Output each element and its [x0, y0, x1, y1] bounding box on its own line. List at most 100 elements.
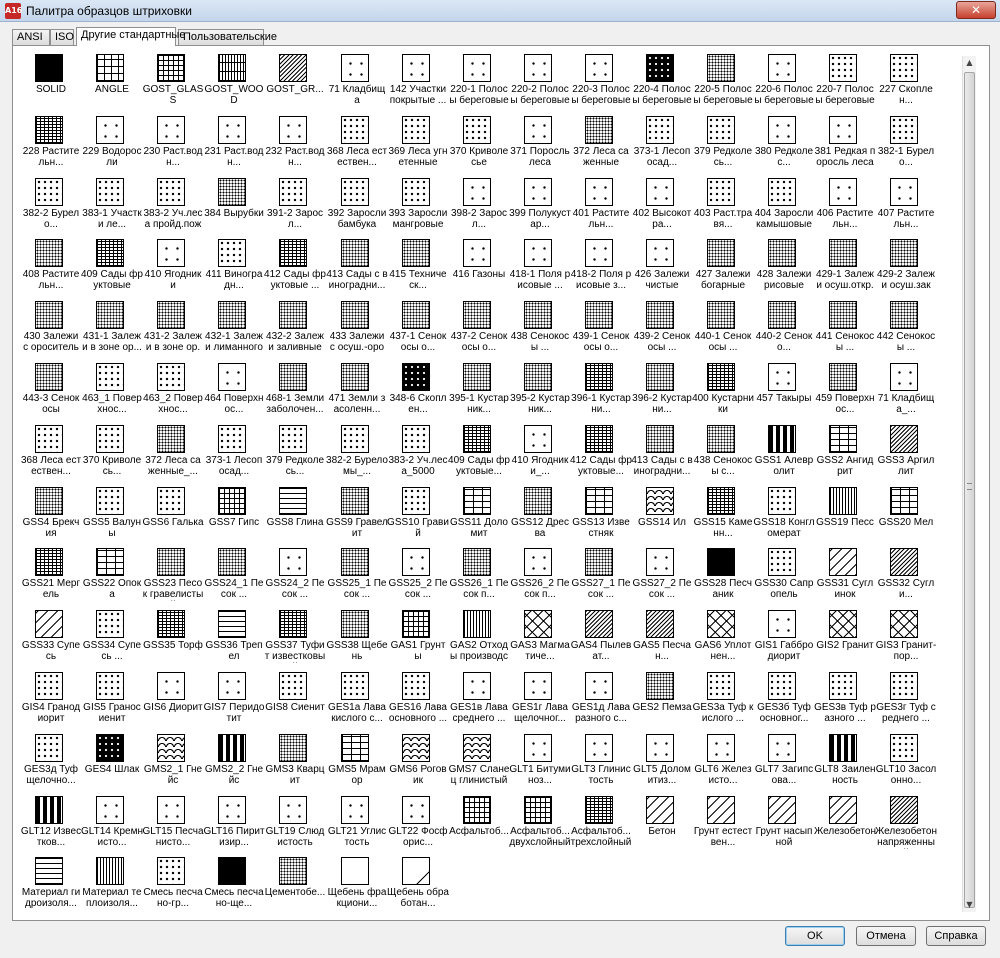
pattern-swatch-icon[interactable]: [768, 301, 796, 329]
pattern-swatch-icon[interactable]: [463, 610, 491, 638]
pattern-swatch-icon[interactable]: [402, 548, 430, 576]
pattern-swatch-icon[interactable]: [157, 178, 185, 206]
pattern-cell[interactable]: 373-1 Лесопосад...: [203, 418, 263, 480]
pattern-swatch-icon[interactable]: [707, 116, 735, 144]
pattern-swatch-icon[interactable]: [218, 425, 246, 453]
tab-custom[interactable]: Пользовательские: [178, 29, 277, 45]
pattern-cell[interactable]: 142 Участки покрытые ...: [387, 47, 447, 109]
pattern-swatch-icon[interactable]: [157, 734, 185, 762]
pattern-cell[interactable]: GOST_GR...: [264, 47, 324, 109]
pattern-swatch-icon[interactable]: [402, 857, 430, 885]
pattern-swatch-icon[interactable]: [707, 425, 735, 453]
pattern-swatch-icon[interactable]: [279, 54, 307, 82]
pattern-swatch-icon[interactable]: [35, 54, 63, 82]
tab-ansi[interactable]: ANSI: [12, 29, 50, 45]
pattern-cell[interactable]: 413 Сады с виноградни...: [631, 418, 693, 480]
pattern-cell[interactable]: GSS26_2 Песок п...: [509, 541, 569, 603]
pattern-cell[interactable]: 348-6 Скоплен...: [387, 356, 447, 418]
pattern-cell[interactable]: 442 Сенокосы ...: [875, 294, 935, 356]
pattern-cell[interactable]: 426 Залежи чистые: [631, 232, 691, 294]
pattern-cell[interactable]: GIS3 Гранит-пор...: [875, 603, 936, 665]
vertical-scrollbar[interactable]: ▲ ▼: [962, 56, 976, 912]
pattern-swatch-icon[interactable]: [646, 116, 674, 144]
pattern-swatch-icon[interactable]: [524, 487, 552, 515]
pattern-swatch-icon[interactable]: [524, 548, 552, 576]
pattern-swatch-icon[interactable]: [35, 796, 63, 824]
pattern-swatch-icon[interactable]: [35, 734, 63, 762]
pattern-swatch-icon[interactable]: [829, 239, 857, 267]
pattern-cell[interactable]: 416 Газоны: [448, 232, 508, 294]
pattern-swatch-icon[interactable]: [279, 301, 307, 329]
pattern-cell[interactable]: 398-2 Заросл...: [448, 171, 508, 233]
pattern-swatch-icon[interactable]: [646, 487, 674, 515]
pattern-swatch-icon[interactable]: [96, 487, 124, 515]
pattern-swatch-icon[interactable]: [524, 610, 552, 638]
scroll-up-icon[interactable]: ▲: [963, 56, 976, 70]
pattern-cell[interactable]: 406 Растительн...: [814, 171, 874, 233]
pattern-swatch-icon[interactable]: [524, 672, 552, 700]
pattern-cell[interactable]: 404 Заросли камышовые: [753, 171, 813, 233]
pattern-cell[interactable]: Железобетон напряженный: [875, 789, 937, 851]
pattern-swatch-icon[interactable]: [890, 425, 918, 453]
pattern-cell[interactable]: GES3а Туф кислого ...: [692, 665, 753, 727]
pattern-cell[interactable]: GLT16 Пиритизир...: [203, 789, 265, 851]
pattern-swatch-icon[interactable]: [585, 487, 613, 515]
pattern-cell[interactable]: GSS14 Ил: [631, 480, 691, 542]
pattern-cell[interactable]: GLT1 Битуминоз...: [509, 727, 571, 789]
pattern-cell[interactable]: 432-2 Залежи заливные: [264, 294, 324, 356]
pattern-cell[interactable]: 407 Растительн...: [875, 171, 935, 233]
pattern-swatch-icon[interactable]: [402, 301, 430, 329]
pattern-swatch-icon[interactable]: [707, 363, 735, 391]
pattern-cell[interactable]: ANGLE: [81, 47, 141, 109]
pattern-swatch-icon[interactable]: [646, 672, 674, 700]
pattern-swatch-icon[interactable]: [341, 672, 369, 700]
pattern-swatch-icon[interactable]: [646, 425, 674, 453]
pattern-swatch-icon[interactable]: [524, 178, 552, 206]
pattern-cell[interactable]: Асфальтоб... двухслойный: [509, 789, 571, 851]
pattern-swatch-icon[interactable]: [279, 178, 307, 206]
pattern-cell[interactable]: 220-4 Полосы береговые: [631, 47, 692, 109]
pattern-swatch-icon[interactable]: [341, 548, 369, 576]
pattern-swatch-icon[interactable]: [829, 672, 857, 700]
pattern-cell[interactable]: 370 Криволесь...: [81, 418, 141, 480]
pattern-cell[interactable]: 220-6 Полосы береговые ...: [753, 47, 814, 109]
pattern-cell[interactable]: GOST_GLASS: [142, 47, 203, 109]
pattern-cell[interactable]: GSS13 Известняк: [570, 480, 630, 542]
scroll-down-icon[interactable]: ▼: [963, 898, 976, 912]
pattern-swatch-icon[interactable]: [341, 796, 369, 824]
pattern-cell[interactable]: 439-2 Сенокосы ...: [631, 294, 691, 356]
pattern-swatch-icon[interactable]: [768, 54, 796, 82]
pattern-swatch-icon[interactable]: [402, 425, 430, 453]
pattern-cell[interactable]: GIS5 Граносиенит: [81, 665, 141, 727]
pattern-cell[interactable]: GIS6 Диорит: [142, 665, 203, 727]
pattern-swatch-icon[interactable]: [35, 239, 63, 267]
help-button[interactable]: Справка: [926, 926, 986, 946]
pattern-swatch-icon[interactable]: [890, 239, 918, 267]
pattern-swatch-icon[interactable]: [768, 363, 796, 391]
pattern-swatch-icon[interactable]: [646, 796, 674, 824]
pattern-swatch-icon[interactable]: [279, 796, 307, 824]
pattern-cell[interactable]: GSS10 Гравий: [387, 480, 449, 542]
pattern-swatch-icon[interactable]: [585, 734, 613, 762]
pattern-cell[interactable]: GMS6 Роговик: [387, 727, 447, 789]
pattern-cell[interactable]: GMS2_2 Гнейс: [203, 727, 263, 789]
pattern-cell[interactable]: GSS26_1 Песок п...: [448, 541, 508, 603]
pattern-cell[interactable]: GLT15 Песчанисто...: [142, 789, 204, 851]
pattern-cell[interactable]: 230 Раст.водн...: [142, 109, 203, 171]
pattern-cell[interactable]: GMS7 Сланец глинистый: [448, 727, 509, 789]
pattern-swatch-icon[interactable]: [463, 487, 491, 515]
pattern-swatch-icon[interactable]: [707, 54, 735, 82]
pattern-swatch-icon[interactable]: [96, 363, 124, 391]
pattern-swatch-icon[interactable]: [279, 857, 307, 885]
pattern-cell[interactable]: GLT3 Глинистость: [570, 727, 631, 789]
pattern-swatch-icon[interactable]: [707, 178, 735, 206]
pattern-swatch-icon[interactable]: [279, 425, 307, 453]
pattern-cell[interactable]: GSS8 Глина: [264, 480, 324, 542]
pattern-swatch-icon[interactable]: [218, 548, 246, 576]
pattern-swatch-icon[interactable]: [35, 178, 63, 206]
pattern-cell[interactable]: GLT5 Доломитиз...: [631, 727, 691, 789]
pattern-swatch-icon[interactable]: [402, 487, 430, 515]
pattern-swatch-icon[interactable]: [768, 610, 796, 638]
pattern-swatch-icon[interactable]: [524, 363, 552, 391]
pattern-cell[interactable]: 437-1 Сенокосы о...: [387, 294, 447, 356]
